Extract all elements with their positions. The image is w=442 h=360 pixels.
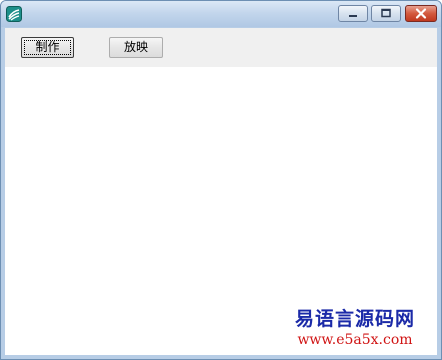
toolbar: 制作 放映 xyxy=(5,28,437,67)
minimize-button[interactable] xyxy=(338,5,368,22)
maximize-icon xyxy=(381,8,391,18)
client-area: 制作 放映 易语言源码网 www.e5a5x.com xyxy=(5,28,437,355)
app-window: 制作 放映 易语言源码网 www.e5a5x.com xyxy=(0,0,442,360)
watermark-url: www.e5a5x.com xyxy=(297,332,413,348)
make-button[interactable]: 制作 xyxy=(21,37,74,58)
maximize-button[interactable] xyxy=(371,5,401,22)
play-button[interactable]: 放映 xyxy=(109,37,163,58)
title-bar[interactable] xyxy=(1,1,441,27)
watermark: 易语言源码网 www.e5a5x.com xyxy=(295,307,415,349)
watermark-title: 易语言源码网 xyxy=(294,308,415,330)
app-swoosh-icon[interactable] xyxy=(6,6,22,22)
close-button[interactable] xyxy=(405,5,437,22)
minimize-icon xyxy=(349,15,357,17)
close-icon xyxy=(415,8,427,19)
